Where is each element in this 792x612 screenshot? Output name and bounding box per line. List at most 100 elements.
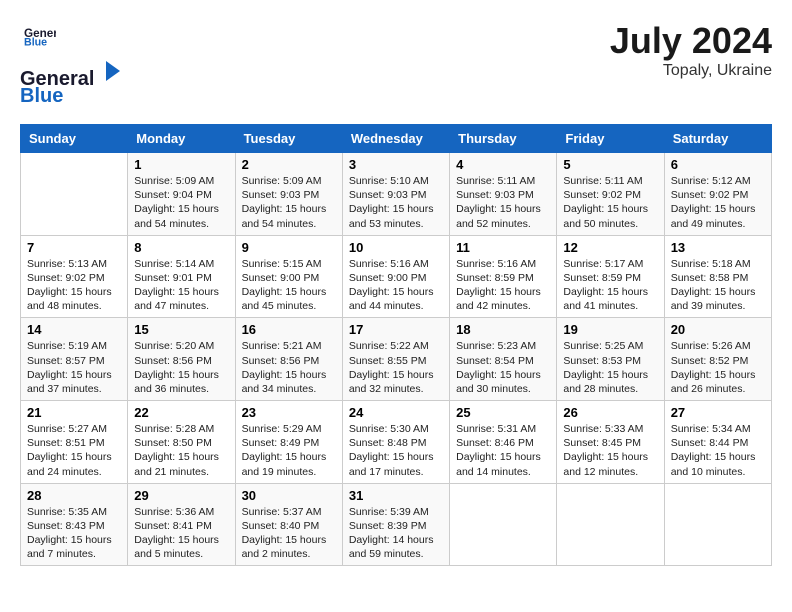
- calendar-cell: [557, 483, 664, 566]
- cell-info: Sunrise: 5:37 AM Sunset: 8:40 PM Dayligh…: [242, 505, 336, 562]
- location-label: Topaly, Ukraine: [610, 62, 772, 80]
- cell-info: Sunrise: 5:23 AM Sunset: 8:54 PM Dayligh…: [456, 339, 550, 396]
- day-number: 11: [456, 240, 550, 255]
- cell-info: Sunrise: 5:15 AM Sunset: 9:00 PM Dayligh…: [242, 257, 336, 314]
- day-number: 19: [563, 322, 657, 337]
- calendar-cell: 27 Sunrise: 5:34 AM Sunset: 8:44 PM Dayli…: [664, 401, 771, 484]
- cell-info: Sunrise: 5:26 AM Sunset: 8:52 PM Dayligh…: [671, 339, 765, 396]
- day-number: 20: [671, 322, 765, 337]
- calendar-cell: 2 Sunrise: 5:09 AM Sunset: 9:03 PM Daylig…: [235, 153, 342, 236]
- calendar-cell: [21, 153, 128, 236]
- day-number: 28: [27, 488, 121, 503]
- calendar-cell: 11Sunrise: 5:16 AM Sunset: 8:59 PM Dayli…: [450, 235, 557, 318]
- cell-info: Sunrise: 5:09 AM Sunset: 9:04 PM Dayligh…: [134, 174, 228, 231]
- calendar-cell: 14 Sunrise: 5:19 AM Sunset: 8:57 PM Dayli…: [21, 318, 128, 401]
- calendar-cell: 21 Sunrise: 5:27 AM Sunset: 8:51 PM Dayli…: [21, 401, 128, 484]
- day-number: 17: [349, 322, 443, 337]
- day-number: 7: [27, 240, 121, 255]
- day-number: 3: [349, 157, 443, 172]
- page-header: General Blue General Blue July 2024 Topa…: [20, 20, 772, 108]
- weekday-header-sunday: Sunday: [21, 125, 128, 153]
- cell-info: Sunrise: 5:18 AM Sunset: 8:58 PM Dayligh…: [671, 257, 765, 314]
- day-number: 9: [242, 240, 336, 255]
- cell-info: Sunrise: 5:13 AM Sunset: 9:02 PM Dayligh…: [27, 257, 121, 314]
- logo-arrow-icon: [96, 57, 124, 85]
- calendar-cell: 29 Sunrise: 5:36 AM Sunset: 8:41 PM Dayli…: [128, 483, 235, 566]
- calendar-week-row: 1Sunrise: 5:09 AM Sunset: 9:04 PM Daylig…: [21, 153, 772, 236]
- calendar-week-row: 7 Sunrise: 5:13 AM Sunset: 9:02 PM Daylig…: [21, 235, 772, 318]
- day-number: 27: [671, 405, 765, 420]
- calendar-cell: 6Sunrise: 5:12 AM Sunset: 9:02 PM Daylig…: [664, 153, 771, 236]
- calendar-week-row: 21 Sunrise: 5:27 AM Sunset: 8:51 PM Dayli…: [21, 401, 772, 484]
- calendar-cell: 31Sunrise: 5:39 AM Sunset: 8:39 PM Dayli…: [342, 483, 449, 566]
- cell-info: Sunrise: 5:36 AM Sunset: 8:41 PM Dayligh…: [134, 505, 228, 562]
- calendar-cell: 5Sunrise: 5:11 AM Sunset: 9:02 PM Daylig…: [557, 153, 664, 236]
- day-number: 22: [134, 405, 228, 420]
- day-number: 14: [27, 322, 121, 337]
- day-number: 25: [456, 405, 550, 420]
- weekday-header-saturday: Saturday: [664, 125, 771, 153]
- calendar-cell: 10Sunrise: 5:16 AM Sunset: 9:00 PM Dayli…: [342, 235, 449, 318]
- cell-info: Sunrise: 5:33 AM Sunset: 8:45 PM Dayligh…: [563, 422, 657, 479]
- calendar-cell: 7 Sunrise: 5:13 AM Sunset: 9:02 PM Daylig…: [21, 235, 128, 318]
- cell-info: Sunrise: 5:12 AM Sunset: 9:02 PM Dayligh…: [671, 174, 765, 231]
- day-number: 4: [456, 157, 550, 172]
- day-number: 21: [27, 405, 121, 420]
- cell-info: Sunrise: 5:10 AM Sunset: 9:03 PM Dayligh…: [349, 174, 443, 231]
- weekday-header-row: SundayMondayTuesdayWednesdayThursdayFrid…: [21, 125, 772, 153]
- cell-info: Sunrise: 5:14 AM Sunset: 9:01 PM Dayligh…: [134, 257, 228, 314]
- svg-text:Blue: Blue: [24, 37, 47, 49]
- calendar-cell: [450, 483, 557, 566]
- cell-info: Sunrise: 5:27 AM Sunset: 8:51 PM Dayligh…: [27, 422, 121, 479]
- calendar-cell: 9 Sunrise: 5:15 AM Sunset: 9:00 PM Daylig…: [235, 235, 342, 318]
- logo-icon: General Blue: [24, 20, 56, 52]
- calendar-cell: 1Sunrise: 5:09 AM Sunset: 9:04 PM Daylig…: [128, 153, 235, 236]
- day-number: 13: [671, 240, 765, 255]
- weekday-header-tuesday: Tuesday: [235, 125, 342, 153]
- weekday-header-wednesday: Wednesday: [342, 125, 449, 153]
- calendar-cell: 3 Sunrise: 5:10 AM Sunset: 9:03 PM Daylig…: [342, 153, 449, 236]
- calendar-cell: 26Sunrise: 5:33 AM Sunset: 8:45 PM Dayli…: [557, 401, 664, 484]
- calendar-cell: 16 Sunrise: 5:21 AM Sunset: 8:56 PM Dayli…: [235, 318, 342, 401]
- calendar-cell: 13 Sunrise: 5:18 AM Sunset: 8:58 PM Dayli…: [664, 235, 771, 318]
- calendar-week-row: 28 Sunrise: 5:35 AM Sunset: 8:43 PM Dayli…: [21, 483, 772, 566]
- day-number: 15: [134, 322, 228, 337]
- calendar-cell: 12 Sunrise: 5:17 AM Sunset: 8:59 PM Dayli…: [557, 235, 664, 318]
- cell-info: Sunrise: 5:22 AM Sunset: 8:55 PM Dayligh…: [349, 339, 443, 396]
- cell-info: Sunrise: 5:11 AM Sunset: 9:03 PM Dayligh…: [456, 174, 550, 231]
- calendar-body: 1Sunrise: 5:09 AM Sunset: 9:04 PM Daylig…: [21, 153, 772, 566]
- day-number: 2: [242, 157, 336, 172]
- day-number: 18: [456, 322, 550, 337]
- calendar-cell: 4 Sunrise: 5:11 AM Sunset: 9:03 PM Daylig…: [450, 153, 557, 236]
- day-number: 16: [242, 322, 336, 337]
- calendar-table: SundayMondayTuesdayWednesdayThursdayFrid…: [20, 124, 772, 566]
- day-number: 10: [349, 240, 443, 255]
- calendar-cell: 18 Sunrise: 5:23 AM Sunset: 8:54 PM Dayli…: [450, 318, 557, 401]
- calendar-cell: [664, 483, 771, 566]
- cell-info: Sunrise: 5:30 AM Sunset: 8:48 PM Dayligh…: [349, 422, 443, 479]
- cell-info: Sunrise: 5:39 AM Sunset: 8:39 PM Dayligh…: [349, 505, 443, 562]
- day-number: 24: [349, 405, 443, 420]
- cell-info: Sunrise: 5:34 AM Sunset: 8:44 PM Dayligh…: [671, 422, 765, 479]
- cell-info: Sunrise: 5:17 AM Sunset: 8:59 PM Dayligh…: [563, 257, 657, 314]
- calendar-cell: 28 Sunrise: 5:35 AM Sunset: 8:43 PM Dayli…: [21, 483, 128, 566]
- cell-info: Sunrise: 5:09 AM Sunset: 9:03 PM Dayligh…: [242, 174, 336, 231]
- weekday-header-thursday: Thursday: [450, 125, 557, 153]
- calendar-cell: 30Sunrise: 5:37 AM Sunset: 8:40 PM Dayli…: [235, 483, 342, 566]
- calendar-cell: 8Sunrise: 5:14 AM Sunset: 9:01 PM Daylig…: [128, 235, 235, 318]
- weekday-header-monday: Monday: [128, 125, 235, 153]
- calendar-cell: 20 Sunrise: 5:26 AM Sunset: 8:52 PM Dayli…: [664, 318, 771, 401]
- logo: General Blue General Blue: [20, 20, 124, 108]
- day-number: 29: [134, 488, 228, 503]
- day-number: 5: [563, 157, 657, 172]
- calendar-week-row: 14 Sunrise: 5:19 AM Sunset: 8:57 PM Dayli…: [21, 318, 772, 401]
- month-year-title: July 2024: [610, 20, 772, 62]
- cell-info: Sunrise: 5:19 AM Sunset: 8:57 PM Dayligh…: [27, 339, 121, 396]
- cell-info: Sunrise: 5:21 AM Sunset: 8:56 PM Dayligh…: [242, 339, 336, 396]
- calendar-cell: 15Sunrise: 5:20 AM Sunset: 8:56 PM Dayli…: [128, 318, 235, 401]
- day-number: 12: [563, 240, 657, 255]
- calendar-cell: 24 Sunrise: 5:30 AM Sunset: 8:48 PM Dayli…: [342, 401, 449, 484]
- title-block: July 2024 Topaly, Ukraine: [610, 20, 772, 80]
- calendar-cell: 17 Sunrise: 5:22 AM Sunset: 8:55 PM Dayli…: [342, 318, 449, 401]
- cell-info: Sunrise: 5:35 AM Sunset: 8:43 PM Dayligh…: [27, 505, 121, 562]
